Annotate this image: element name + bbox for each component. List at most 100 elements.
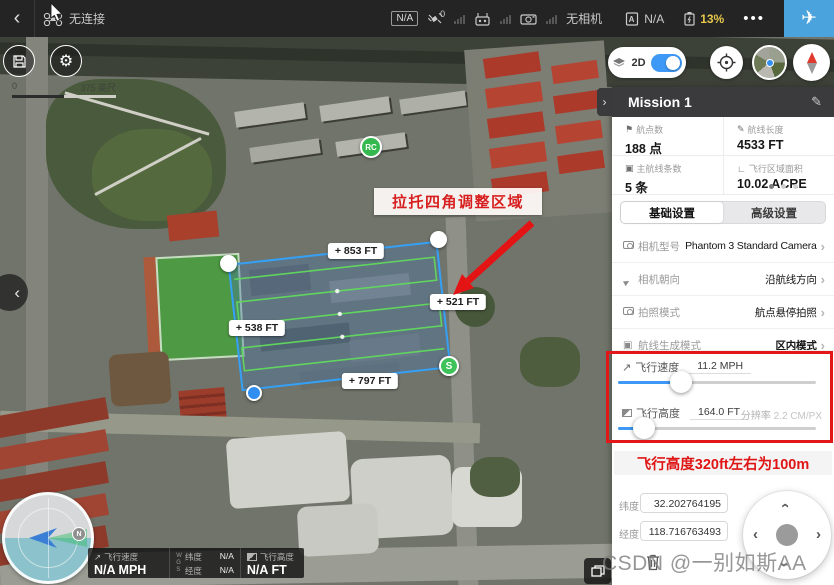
battery-icon bbox=[683, 11, 696, 26]
corner-handle-start[interactable]: S bbox=[439, 356, 459, 376]
edit-mission-icon[interactable]: ✎ bbox=[811, 94, 822, 110]
altitude-icon bbox=[622, 409, 632, 417]
altitude-note: 飞行高度320ft左右为100m bbox=[614, 451, 832, 475]
windows-icon bbox=[591, 565, 605, 577]
tab-basic-settings[interactable]: 基础设置 bbox=[621, 202, 723, 223]
panel-collapse-handle[interactable]: › bbox=[597, 88, 612, 116]
trash-icon[interactable] bbox=[645, 553, 661, 571]
map-feature bbox=[234, 102, 306, 128]
camera-icon bbox=[623, 241, 634, 249]
save-mission-button[interactable] bbox=[3, 45, 35, 77]
altitude-icon bbox=[247, 553, 257, 561]
map-scale-bar: 0375 英尺 bbox=[12, 81, 116, 98]
map-2d-toggle-pill: 2D bbox=[608, 47, 686, 78]
speed-slider[interactable] bbox=[618, 381, 816, 384]
map-feature bbox=[470, 457, 520, 497]
mission-header: Mission 1 ✎ bbox=[612, 87, 834, 117]
waypoint-icon: ⚑ bbox=[625, 124, 633, 135]
lines-icon: ▣ bbox=[625, 163, 634, 174]
collapse-left-handle[interactable]: ‹ bbox=[0, 274, 28, 311]
top-status-bar: ‹ 无连接 N/A 0 无相机 A N/A 13% ••• ✈ bbox=[0, 0, 834, 37]
map-feature bbox=[226, 431, 351, 509]
chevron-left-icon: ‹ bbox=[14, 7, 21, 30]
latitude-input[interactable]: 32.202764195 bbox=[640, 493, 728, 513]
map-feature bbox=[520, 337, 580, 387]
speed-icon: ↗ bbox=[622, 361, 631, 374]
stat-waypoints: ⚑航点数 188 点 bbox=[612, 117, 723, 156]
compass-button[interactable] bbox=[793, 44, 830, 81]
battery-percent: 13% bbox=[700, 12, 724, 26]
resolution-readout: 分辨率 2.2 CM/PX bbox=[741, 407, 822, 422]
row-camera-model[interactable]: 相机型号 Phantom 3 Standard Camera › bbox=[612, 230, 834, 262]
edge-distance-left: + 538 FT bbox=[229, 320, 285, 336]
takeoff-button[interactable]: ✈ bbox=[784, 0, 834, 37]
row-camera-heading[interactable]: ▸ 相机朝向 沿航线方向 › bbox=[612, 262, 834, 295]
nudge-right-button[interactable]: › bbox=[816, 527, 821, 542]
drone-icon bbox=[43, 12, 63, 26]
stat-path-length: ✎航线长度 4533 FT bbox=[723, 117, 834, 156]
path-length-icon: ✎ bbox=[737, 124, 745, 135]
map-feature bbox=[249, 138, 320, 163]
north-badge: N bbox=[72, 527, 86, 541]
wgs-label: WGS bbox=[176, 553, 182, 574]
nudge-down-button[interactable]: › bbox=[777, 562, 792, 567]
locate-button[interactable] bbox=[710, 46, 743, 79]
corner-handle-bottom-left[interactable] bbox=[246, 385, 262, 401]
altitude-slider-thumb[interactable] bbox=[633, 417, 655, 439]
longitude-label: 经度 bbox=[619, 526, 639, 541]
annotation-arrow bbox=[440, 209, 544, 305]
checklist-icon: A bbox=[625, 11, 639, 26]
longitude-input[interactable]: 118.716763493 bbox=[640, 521, 728, 541]
map-feature bbox=[319, 96, 391, 122]
mission-title: Mission 1 bbox=[628, 94, 811, 110]
nudge-dpad: › ‹ › › bbox=[743, 491, 831, 579]
settings-tabs: 基础设置 高级设置 bbox=[620, 201, 826, 224]
map-feature bbox=[297, 503, 380, 557]
more-menu-button[interactable]: ••• bbox=[733, 10, 775, 27]
rc-location-marker: RC bbox=[360, 136, 382, 158]
telemetry-bar: ↗飞行速度 N/A MPH WGS 纬度N/A 经度N/A 飞行高度 N/A F… bbox=[88, 548, 304, 578]
altitude-slider[interactable] bbox=[618, 427, 816, 430]
tab-advanced-settings[interactable]: 高级设置 bbox=[723, 202, 825, 223]
corner-handle-top-left[interactable] bbox=[220, 255, 237, 272]
stat-area: ∟飞行区域面积 10.02 ACRE bbox=[723, 156, 834, 195]
row-capture-mode[interactable]: 拍照模式 航点悬停拍照 › bbox=[612, 295, 834, 328]
chevron-left-icon: ‹ bbox=[14, 283, 20, 303]
satellite-signal-bars bbox=[454, 14, 465, 24]
svg-text:A: A bbox=[629, 15, 635, 24]
map-feature bbox=[399, 90, 466, 114]
speed-slider-thumb[interactable] bbox=[670, 371, 692, 393]
dpad-center[interactable] bbox=[776, 524, 798, 546]
nudge-up-button[interactable]: › bbox=[777, 503, 792, 508]
gps-mode-badge: N/A bbox=[391, 11, 418, 26]
app-screen: { "topbar": { "connection": "无连接", "na_b… bbox=[0, 0, 834, 585]
screen-windows-button[interactable] bbox=[584, 558, 611, 584]
edge-distance-bottom: + 797 FT bbox=[342, 373, 398, 389]
camera-signal-bars bbox=[546, 14, 557, 24]
latitude-label: 纬度 bbox=[619, 498, 639, 513]
flight-path-lines bbox=[230, 243, 449, 389]
back-button[interactable]: ‹ bbox=[0, 0, 35, 37]
nudge-left-button[interactable]: ‹ bbox=[753, 527, 758, 542]
mission-stats: ⚑航点数 188 点 ✎航线长度 4533 FT ▣主航线条数 5 条 ∟飞行区… bbox=[612, 117, 834, 195]
speed-icon: ↗ bbox=[94, 552, 101, 563]
camera-status: 无相机 bbox=[566, 10, 602, 27]
chevron-right-icon: › bbox=[821, 272, 825, 287]
gear-icon: ⚙ bbox=[59, 51, 73, 71]
map-settings-button[interactable]: ⚙ bbox=[50, 45, 82, 77]
2d-toggle-switch[interactable] bbox=[651, 54, 682, 72]
slider-section: ↗ 飞行速度 11.2 MPH 飞行高度 164.0 FT 分辨率 2.2 CM… bbox=[612, 350, 834, 444]
minimap-button[interactable] bbox=[752, 45, 787, 80]
save-icon bbox=[12, 54, 27, 69]
area-icon: ∟ bbox=[737, 164, 746, 174]
airplane-icon: ✈ bbox=[801, 7, 817, 30]
crosshair-icon bbox=[717, 53, 736, 72]
edge-distance-top: + 853 FT bbox=[328, 243, 384, 259]
rc-signal-bars bbox=[500, 14, 511, 24]
checklist-status: N/A bbox=[644, 12, 664, 26]
flight-area-polygon[interactable] bbox=[228, 241, 452, 391]
stats-pagination-dots[interactable] bbox=[769, 184, 798, 189]
2d-label: 2D bbox=[631, 57, 645, 69]
speed-value: 11.2 MPH bbox=[689, 360, 751, 374]
chevron-right-icon: › bbox=[821, 239, 825, 254]
